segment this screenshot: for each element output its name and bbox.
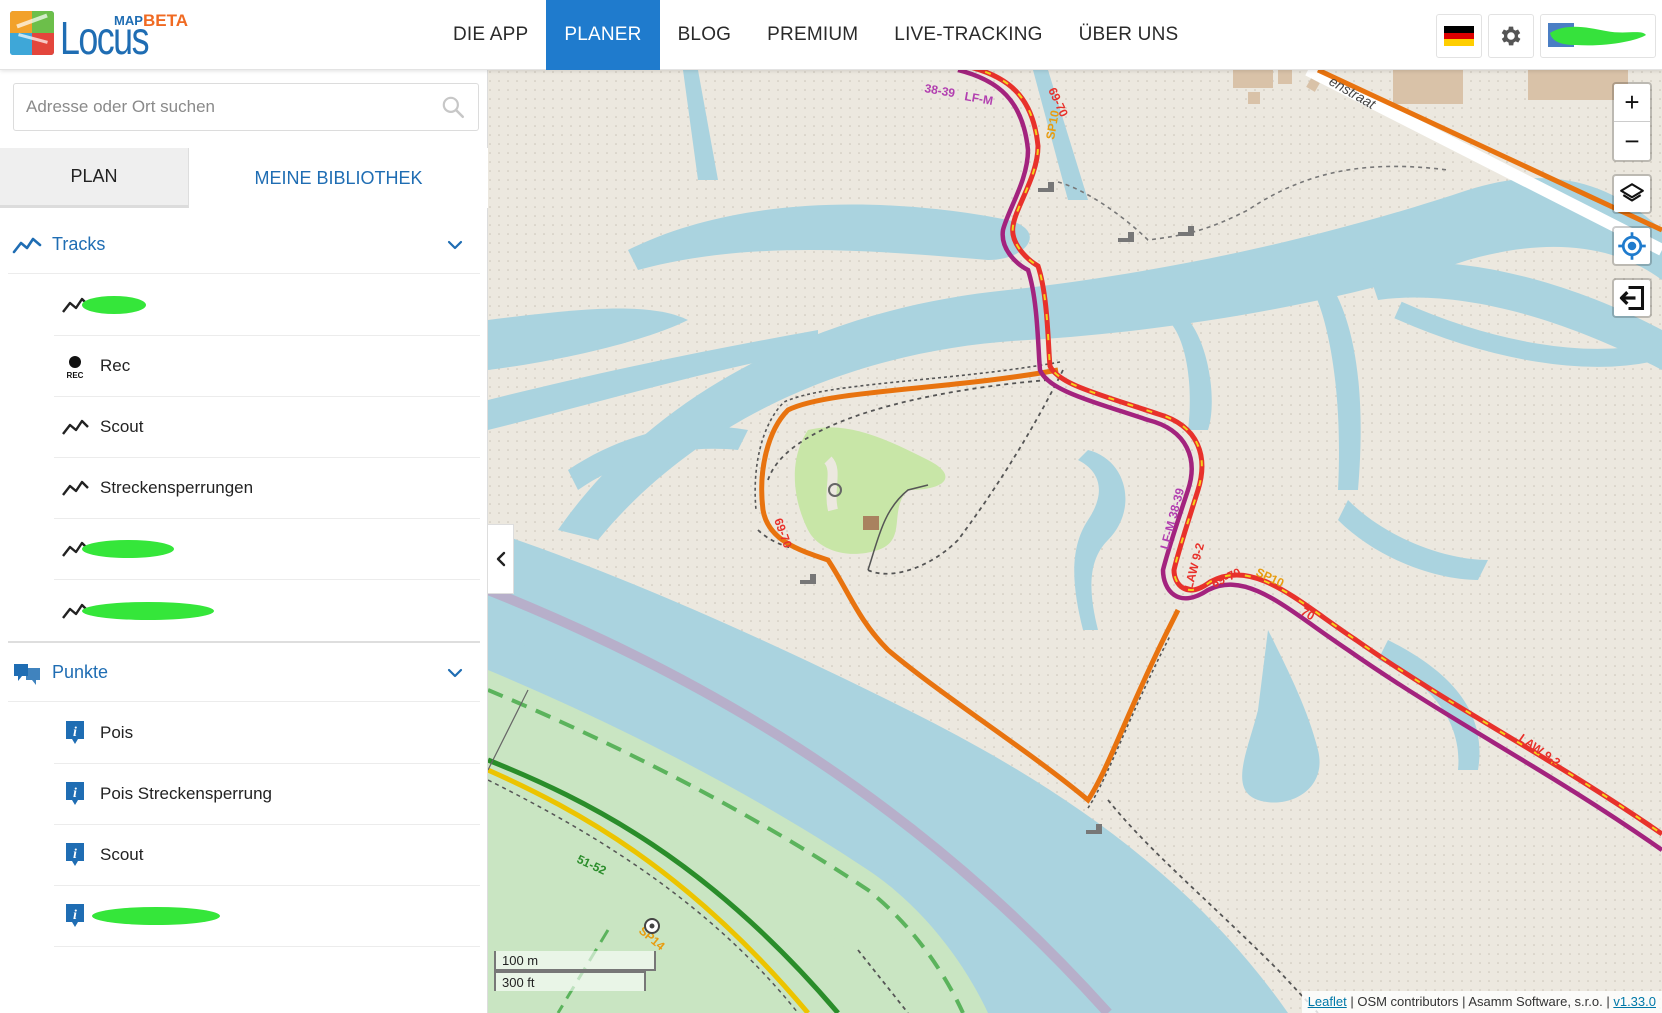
section-punkte-label: Punkte [52, 662, 109, 682]
list-item[interactable] [54, 580, 480, 641]
logo-beta-label: BETA [143, 11, 189, 30]
language-button[interactable] [1436, 14, 1482, 58]
exit-button[interactable] [1612, 278, 1652, 318]
nav-item-premium[interactable]: PREMIUM [749, 0, 876, 70]
map-attribution: Leaflet | OSM contributors | Asamm Softw… [1301, 991, 1662, 1013]
nav-item-blog[interactable]: BLOG [660, 0, 750, 70]
layers-button[interactable] [1612, 174, 1652, 214]
nav-item-planer[interactable]: PLANER [546, 0, 660, 70]
search-input[interactable] [26, 97, 440, 117]
section-divider [8, 641, 480, 643]
list-item[interactable]: Streckensperrungen [54, 458, 480, 519]
track-line-icon [62, 480, 89, 496]
avatar-redacted-icon [1548, 23, 1646, 47]
list-item[interactable]: Scout [54, 397, 480, 458]
layers-icon [1620, 183, 1644, 202]
info-pin-icon: i [66, 904, 84, 927]
info-pin-icon: i [66, 721, 84, 744]
redacted-label [82, 540, 174, 558]
gear-icon [1501, 26, 1521, 46]
list-item[interactable] [54, 519, 480, 580]
redacted-label [82, 601, 214, 620]
list-item-label: Pois Streckensperrung [100, 784, 272, 803]
section-punkte-header[interactable]: Punkte [8, 644, 480, 702]
points-folder-icon [14, 663, 40, 685]
map-canvas[interactable]: enstraat 38-39 LF-M 69-70 SP10 LF-M 38-3… [488, 70, 1662, 1013]
logo-map-label: MAP [114, 13, 143, 28]
nav-item-die-app[interactable]: DIE APP [435, 0, 546, 70]
track-line-icon [12, 237, 42, 253]
main-nav: DIE APP PLANER BLOG PREMIUM LIVE-TRACKIN… [435, 0, 1196, 70]
list-item[interactable]: i [54, 886, 480, 947]
info-pin-icon: i [66, 843, 84, 866]
list-item[interactable]: i Scout [54, 825, 480, 886]
leaflet-link[interactable]: Leaflet [1308, 994, 1347, 1009]
list-item-label: Pois [100, 723, 134, 742]
version-link[interactable]: v1.33.0 [1613, 994, 1656, 1009]
svg-text:i: i [73, 786, 77, 801]
list-item[interactable]: i Pois Streckensperrung [54, 764, 480, 825]
map-tiles: enstraat 38-39 LF-M 69-70 SP10 LF-M 38-3… [488, 70, 1662, 1013]
svg-text:REC: REC [67, 371, 84, 380]
zoom-in-button[interactable]: + [1614, 84, 1650, 122]
points-list: i Pois i Pois Streckensperrung i Scout i [54, 703, 480, 947]
nav-item-ueber-uns[interactable]: ÜBER UNS [1061, 0, 1197, 70]
list-item-label: Scout [100, 845, 144, 864]
section-tracks-label: Tracks [52, 234, 106, 254]
map-scale: 100 m 300 ft [494, 951, 656, 991]
search-icon[interactable] [440, 94, 466, 120]
logo-map-icon [10, 11, 54, 55]
info-pin-icon: i [66, 782, 84, 805]
redacted-label [82, 296, 146, 314]
flag-germany-icon [1444, 26, 1474, 47]
nav-item-live-tracking[interactable]: LIVE-TRACKING [876, 0, 1060, 70]
tab-plan[interactable]: PLAN [0, 148, 189, 208]
top-header: Locus MAP BETA DIE APP PLANER BLOG PREMI… [0, 0, 1662, 70]
zoom-out-button[interactable]: − [1614, 122, 1650, 160]
sidebar-collapse-button[interactable] [488, 524, 514, 594]
chevron-left-icon [496, 551, 505, 567]
svg-text:i: i [73, 847, 77, 862]
svg-text:i: i [73, 725, 77, 740]
chevron-down-icon[interactable] [444, 234, 466, 256]
svg-text:i: i [73, 908, 77, 923]
tab-meine-bibliothek[interactable]: MEINE BIBLIOTHEK [189, 148, 488, 208]
search-box [13, 83, 479, 131]
list-item-label: Streckensperrungen [100, 478, 254, 497]
list-item-label: Rec [100, 356, 131, 375]
scale-imperial: 300 ft [494, 971, 646, 991]
locate-button[interactable] [1612, 226, 1652, 266]
zoom-control: + − [1612, 82, 1652, 162]
list-item[interactable]: REC Rec [54, 336, 480, 397]
sidebar-tabs: PLAN MEINE BIBLIOTHEK [0, 148, 488, 208]
app-logo[interactable]: Locus MAP BETA [10, 11, 190, 61]
sign-in-arrow-icon [1619, 285, 1645, 311]
list-item[interactable] [54, 275, 480, 336]
attribution-text: | OSM contributors | Asamm Software, s.r… [1346, 994, 1614, 1009]
user-avatar[interactable] [1540, 14, 1656, 58]
tracks-list: REC Rec Scout Streckensperrungen [54, 275, 480, 641]
redacted-label [92, 907, 220, 925]
track-line-icon [62, 419, 89, 435]
settings-button[interactable] [1488, 14, 1534, 58]
rec-dot-icon: REC [67, 356, 84, 380]
scale-metric: 100 m [494, 951, 656, 971]
sidebar: PLAN MEINE BIBLIOTHEK Tracks REC Rec Sco… [0, 70, 488, 1013]
section-tracks-header[interactable]: Tracks [8, 216, 480, 274]
crosshair-icon [1618, 232, 1646, 260]
list-item[interactable]: i Pois [54, 703, 480, 764]
list-item-label: Scout [100, 417, 144, 436]
chevron-down-icon[interactable] [444, 662, 466, 684]
